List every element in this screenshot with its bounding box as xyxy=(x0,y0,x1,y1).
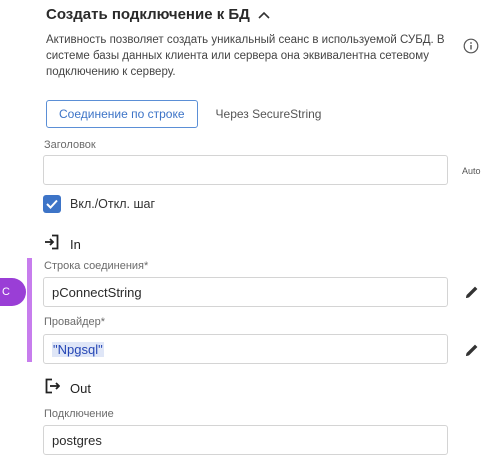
step-toggle-checkbox[interactable] xyxy=(43,195,61,213)
provider-value: "Npgsql" xyxy=(52,341,104,357)
highlight-bar xyxy=(27,258,32,362)
title-field-label: Заголовок xyxy=(44,139,96,151)
title-input[interactable] xyxy=(43,155,448,185)
tab-connection-string[interactable]: Соединение по строке xyxy=(46,100,198,128)
info-icon[interactable] xyxy=(463,38,479,54)
out-section-header: Out xyxy=(44,378,91,399)
section-header[interactable]: Создать подключение к БД xyxy=(46,6,270,23)
in-section-header: In xyxy=(44,234,81,255)
step-toggle-label: Вкл./Откл. шаг xyxy=(70,197,156,211)
chevron-up-icon[interactable] xyxy=(258,8,270,21)
activity-description: Активность позволяет создать уникальный … xyxy=(46,34,445,78)
connection-label: Подключение xyxy=(44,408,114,420)
edit-connection-string-icon[interactable] xyxy=(464,284,480,300)
connection-mode-tabs: Соединение по строке Через SecureString xyxy=(46,100,321,128)
sign-in-icon xyxy=(44,234,60,255)
provider-label: Провайдер* xyxy=(44,316,106,328)
edit-provider-icon[interactable] xyxy=(464,342,480,358)
in-section-label: In xyxy=(70,237,81,252)
connection-input[interactable]: postgres xyxy=(43,425,448,455)
connection-string-label: Строка соединения* xyxy=(44,260,149,272)
auto-label: Auto xyxy=(462,166,481,176)
side-badge[interactable]: C xyxy=(0,278,26,306)
connection-string-input[interactable]: pConnectString xyxy=(43,277,448,307)
tab-secure-string[interactable]: Через SecureString xyxy=(216,107,322,121)
page-title: Создать подключение к БД xyxy=(46,6,250,23)
out-section-label: Out xyxy=(70,381,91,396)
sign-out-icon xyxy=(44,378,61,399)
provider-input[interactable]: "Npgsql" xyxy=(43,334,448,364)
